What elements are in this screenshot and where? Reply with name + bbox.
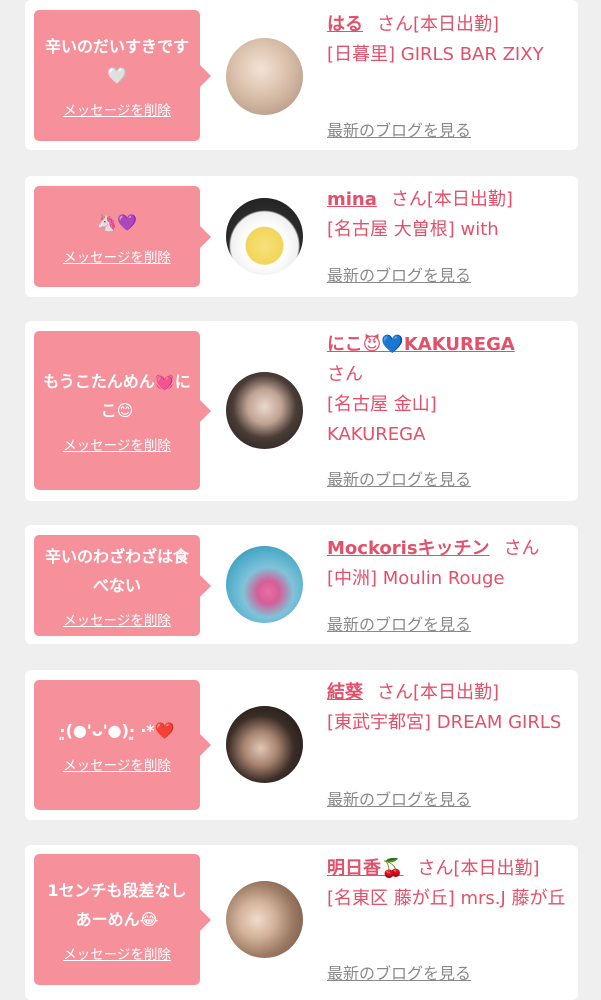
latest-blog-link[interactable]: 最新のブログを見る [327,960,471,984]
message-bubble: ·͈(●'ᴗ'●)·͈ ‧*❤️ メッセージを削除 [34,680,211,810]
message-card: 辛いのだいすきです🤍 メッセージを削除 はる さん[本日出勤] [日暮里] GIR… [25,0,578,150]
message-bubble: 辛いのだいすきです🤍 メッセージを削除 [34,10,211,141]
avatar[interactable] [226,546,303,623]
message-card: 🦄💜 メッセージを削除 mina さん[本日出勤] [名古屋 大曽根] with … [25,176,578,297]
shop-name: [名東区 藤が丘] mrs.J 藤が丘 [327,888,566,909]
user-status: さん[本日出勤] [377,14,500,35]
message-card: ·͈(●'ᴗ'●)·͈ ‧*❤️ メッセージを削除 結葵 さん[本日出勤] [東武… [25,670,578,820]
user-name-link[interactable]: Mockorisキッチン [327,538,490,559]
delete-message-link[interactable]: メッセージを削除 [63,943,171,963]
message-bubble: 辛いのわざわざは食べない メッセージを削除 [34,535,211,636]
latest-blog-link[interactable]: 最新のブログを見る [327,611,471,635]
avatar[interactable] [226,198,303,275]
user-name-link[interactable]: にこ😈💙KAKUREGA [327,334,515,355]
shop-name: [日暮里] GIRLS BAR ZIXY [327,44,544,65]
message-bubble: 🦄💜 メッセージを削除 [34,186,211,287]
user-name-link[interactable]: 結葵 [327,682,363,703]
message-card: もうこたんめん💓にこ😊 メッセージを削除 にこ😈💙KAKUREGA さん [名古屋… [25,321,578,501]
user-status: さん[本日出勤] [417,858,540,879]
message-text: ·͈(●'ᴗ'●)·͈ ‧*❤️ [59,721,175,740]
latest-blog-link[interactable]: 最新のブログを見る [327,466,471,490]
avatar[interactable] [226,38,303,115]
user-info: 明日香🍒 さん[本日出勤] [名東区 藤が丘] mrs.J 藤が丘 [327,854,570,914]
shop-name: [東武宇都宮] DREAM GIRLS [327,712,562,733]
avatar[interactable] [226,706,303,783]
message-card: 辛いのわざわざは食べない メッセージを削除 Mockorisキッチン さん [中洲… [25,525,578,644]
user-name-link[interactable]: mina [327,189,377,210]
user-status: さん[本日出勤] [377,682,500,703]
delete-message-link[interactable]: メッセージを削除 [63,246,171,266]
shop-name: [名古屋 金山] KAKUREGA [327,394,437,445]
message-bubble: もうこたんめん💓にこ😊 メッセージを削除 [34,331,211,490]
latest-blog-link[interactable]: 最新のブログを見る [327,786,471,810]
user-status: さん[本日出勤] [390,189,513,210]
user-status: さん [503,538,540,559]
shop-name: [中洲] Moulin Rouge [327,568,505,589]
message-text: 1センチも段差なしあーめん😂 [47,881,187,929]
message-text: 辛いのわざわざは食べない [44,547,189,595]
avatar[interactable] [226,372,303,449]
message-card: 1センチも段差なしあーめん😂 メッセージを削除 明日香🍒 さん[本日出勤] [名東… [25,845,578,1000]
delete-message-link[interactable]: メッセージを削除 [63,434,171,454]
message-bubble: 1センチも段差なしあーめん😂 メッセージを削除 [34,854,211,985]
delete-message-link[interactable]: メッセージを削除 [63,609,171,629]
latest-blog-link[interactable]: 最新のブログを見る [327,262,471,286]
user-name-link[interactable]: 明日香🍒 [327,858,403,879]
user-info: はる さん[本日出勤] [日暮里] GIRLS BAR ZIXY [327,10,570,70]
delete-message-link[interactable]: メッセージを削除 [63,754,171,774]
user-info: Mockorisキッチン さん [中洲] Moulin Rouge [327,534,570,594]
user-info: 結葵 さん[本日出勤] [東武宇都宮] DREAM GIRLS [327,678,570,738]
message-text: 辛いのだいすきです🤍 [44,37,189,85]
user-name-link[interactable]: はる [327,14,363,35]
message-text: 🦄💜 [97,212,137,232]
user-info: mina さん[本日出勤] [名古屋 大曽根] with [327,185,570,245]
user-status: さん [327,364,363,385]
shop-name: [名古屋 大曽根] with [327,219,499,240]
latest-blog-link[interactable]: 最新のブログを見る [327,117,471,141]
delete-message-link[interactable]: メッセージを削除 [63,99,171,119]
avatar[interactable] [226,881,303,958]
user-info: にこ😈💙KAKUREGA さん [名古屋 金山] KAKUREGA [327,330,570,450]
message-text: もうこたんめん💓にこ😊 [43,372,191,420]
